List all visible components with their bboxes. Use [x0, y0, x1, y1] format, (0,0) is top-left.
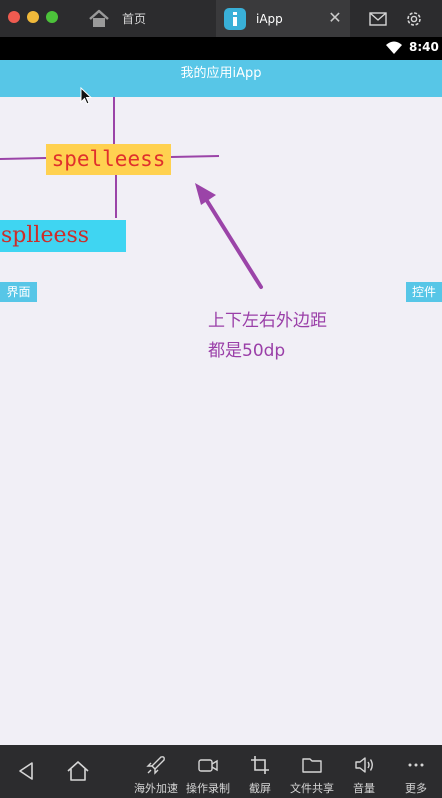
gear-icon[interactable]	[403, 8, 425, 30]
emulator-titlebar: 首页 iApp ✕	[0, 0, 442, 37]
tab-interface[interactable]: 界面	[0, 282, 37, 302]
home-icon	[89, 9, 109, 27]
file-share-label: 文件共享	[290, 782, 334, 795]
bottom-toolbar: 海外加速 操作录制 截屏 文件共享 音量 更多	[0, 745, 442, 798]
tab-home[interactable]: 首页	[80, 0, 216, 37]
volume-label: 音量	[353, 782, 375, 795]
annotation-line-2: 都是50dp	[208, 341, 286, 361]
annotation-arrow-icon	[195, 183, 263, 289]
close-icon[interactable]: ✕	[328, 9, 342, 27]
status-time: 8:40	[409, 40, 439, 54]
window-close-button[interactable]	[8, 11, 20, 23]
iapp-logo-icon	[224, 7, 246, 30]
window-zoom-button[interactable]	[46, 11, 58, 23]
more-icon	[408, 763, 424, 767]
tab-iapp-label: iApp	[256, 11, 283, 26]
record-label: 操作录制	[186, 782, 230, 795]
annotation-text: 上下左右外边距 都是50dp	[208, 306, 408, 366]
back-icon[interactable]	[14, 759, 38, 783]
margin-line-left	[0, 157, 47, 160]
volume-icon	[355, 757, 373, 773]
screenshot-label: 截屏	[249, 782, 271, 795]
tab-controls[interactable]: 控件	[406, 282, 442, 302]
tab-home-label: 首页	[122, 12, 147, 26]
file-share-button[interactable]: 文件共享	[288, 745, 336, 798]
annotation-line-1: 上下左右外边距	[208, 311, 327, 331]
android-status-bar: 8:40	[0, 37, 442, 60]
screenshot-button[interactable]: 截屏	[244, 745, 276, 798]
overseas-accel-label: 海外加速	[134, 782, 178, 795]
home-nav-icon[interactable]	[66, 759, 90, 783]
video-camera-icon	[198, 759, 218, 772]
volume-button[interactable]: 音量	[350, 745, 378, 798]
mail-icon[interactable]	[367, 8, 389, 30]
label-splleess[interactable]: splleess	[0, 220, 126, 252]
folder-icon	[302, 758, 322, 773]
app-title: 我的应用iApp	[180, 66, 262, 81]
margin-line-right	[170, 155, 220, 158]
label-spelleess[interactable]: spelleess	[46, 144, 171, 175]
more-label: 更多	[405, 782, 427, 795]
wifi-icon	[386, 41, 402, 54]
record-button[interactable]: 操作录制	[184, 745, 232, 798]
crop-icon	[251, 756, 269, 774]
window-minimize-button[interactable]	[27, 11, 39, 23]
more-button[interactable]: 更多	[402, 745, 430, 798]
rocket-icon	[146, 756, 165, 775]
tab-iapp[interactable]: iApp ✕	[216, 0, 350, 37]
app-title-bar: 我的应用iApp	[0, 60, 442, 97]
overseas-accel-button[interactable]: 海外加速	[132, 745, 180, 798]
